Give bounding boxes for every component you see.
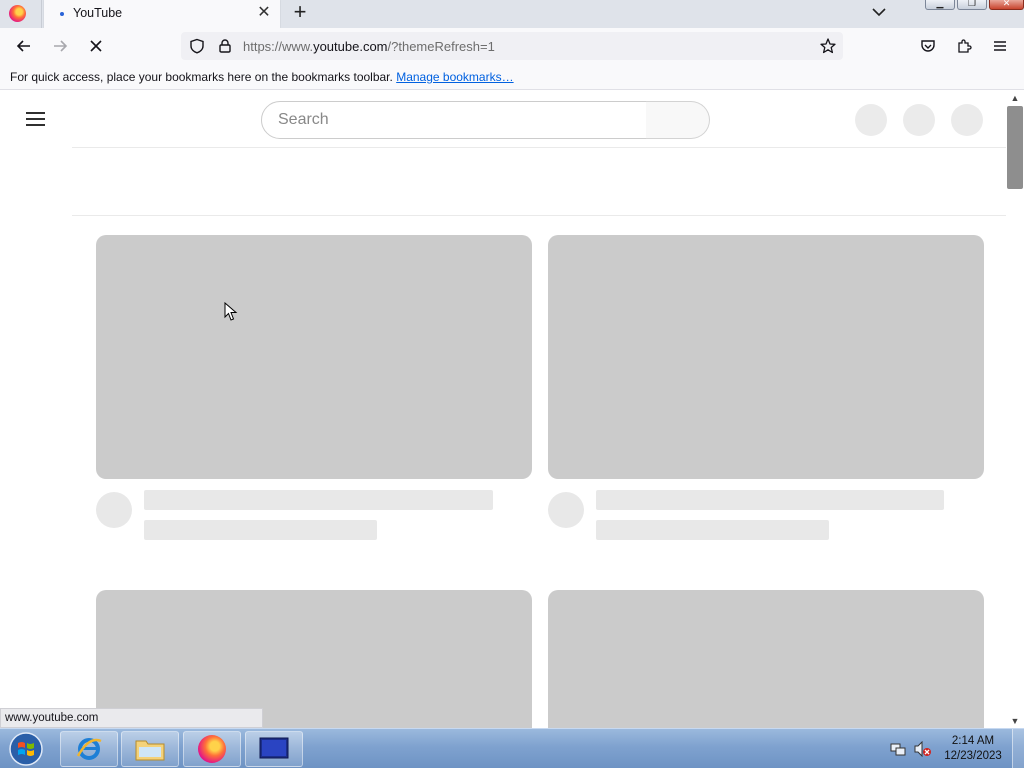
forward-arrow-icon: [54, 40, 68, 52]
header-skeleton-circle: [951, 104, 983, 136]
scroll-down-arrow-icon[interactable]: ▼: [1009, 716, 1021, 726]
taskbar-file-explorer[interactable]: [121, 731, 179, 767]
clock-date: 12/23/2023: [944, 750, 1002, 762]
tab-close-icon[interactable]: ✕: [254, 3, 274, 23]
chips-divider: [72, 215, 1007, 216]
url-domain: youtube.com: [313, 39, 388, 54]
taskbar-internet-explorer[interactable]: [60, 731, 118, 767]
bookmarks-message: For quick access, place your bookmarks h…: [10, 70, 514, 84]
bookmarks-hint-text: For quick access, place your bookmarks h…: [10, 70, 393, 84]
header-skeleton-circle: [855, 104, 887, 136]
hamburger-menu-icon: [994, 41, 1006, 51]
tab-youtube[interactable]: YouTube ✕: [44, 0, 280, 28]
app-menu-button[interactable]: [988, 35, 1012, 57]
header-skeleton-circle: [903, 104, 935, 136]
page-scrollbar[interactable]: ▲ ▼: [1006, 91, 1024, 728]
url-prefix: https://www.: [243, 39, 314, 54]
bookmarks-toolbar: For quick access, place your bookmarks h…: [0, 64, 1024, 90]
lock-icon[interactable]: [217, 38, 233, 54]
pocket-button[interactable]: [916, 35, 940, 57]
internet-explorer-icon: [76, 738, 102, 760]
video-thumbnail-skeleton[interactable]: [548, 590, 984, 728]
volume-muted-icon[interactable]: [914, 741, 932, 757]
url-bar[interactable]: https://www.youtube.com/?themeRefresh=1: [181, 32, 843, 60]
windows-taskbar: 2:14 AM 12/23/2023: [0, 728, 1024, 768]
show-desktop-button[interactable]: [1012, 729, 1024, 768]
pocket-icon: [921, 40, 935, 52]
search-box[interactable]: [261, 101, 647, 139]
network-icon[interactable]: [890, 741, 906, 757]
bookmark-star-icon[interactable]: [819, 37, 837, 55]
manage-bookmarks-link[interactable]: Manage bookmarks…: [396, 70, 513, 84]
tab-separator: [41, 0, 42, 28]
guide-menu-icon[interactable]: [26, 112, 46, 126]
mouse-cursor-icon: [224, 302, 238, 321]
back-button[interactable]: [12, 35, 36, 57]
firefox-icon: [198, 735, 226, 763]
window-restore-button[interactable]: ❐: [957, 0, 987, 10]
taskbar-remote-desktop[interactable]: [245, 731, 303, 767]
tab-strip: YouTube ✕ + ▁ ❐ ✕: [0, 0, 1024, 28]
video-thumbnail-skeleton[interactable]: [96, 235, 532, 479]
stop-loading-icon: [90, 40, 102, 52]
folder-icon: [135, 740, 165, 761]
youtube-page: [0, 91, 1024, 728]
clock-time: 2:14 AM: [951, 735, 995, 747]
channel-avatar-skeleton: [96, 492, 132, 528]
tab-loading-dot-icon: [60, 12, 64, 16]
status-url: www.youtube.com: [5, 712, 99, 724]
tab-title: YouTube: [73, 6, 123, 20]
video-thumbnail-skeleton[interactable]: [548, 235, 984, 479]
chevron-down-icon[interactable]: [870, 3, 888, 21]
video-meta-skeleton: [596, 520, 829, 540]
tracking-shield-icon[interactable]: [189, 38, 205, 54]
url-text[interactable]: https://www.youtube.com/?themeRefresh=1: [243, 39, 495, 54]
forward-button[interactable]: [48, 35, 72, 57]
search-input[interactable]: [278, 111, 628, 129]
channel-avatar-skeleton: [548, 492, 584, 528]
scrollbar-thumb[interactable]: [1007, 106, 1023, 189]
url-suffix: /?themeRefresh=1: [387, 39, 495, 54]
extensions-button[interactable]: [952, 35, 976, 57]
monitor-icon: [259, 737, 289, 759]
window-close-button[interactable]: ✕: [989, 0, 1024, 10]
search-button[interactable]: [646, 101, 710, 139]
video-meta-skeleton: [144, 520, 377, 540]
back-arrow-icon: [16, 40, 30, 52]
video-title-skeleton: [596, 490, 944, 510]
video-title-skeleton: [144, 490, 493, 510]
start-button[interactable]: [4, 730, 48, 768]
taskbar-firefox[interactable]: [183, 731, 241, 767]
navigation-toolbar: https://www.youtube.com/?themeRefresh=1: [0, 28, 1024, 64]
taskbar-clock[interactable]: 2:14 AM 12/23/2023: [940, 734, 1006, 764]
extensions-icon: [958, 39, 972, 53]
header-divider: [72, 147, 1007, 148]
window-minimize-button[interactable]: ▁: [925, 0, 955, 10]
scroll-up-arrow-icon[interactable]: ▲: [1009, 93, 1021, 103]
status-panel: www.youtube.com: [0, 708, 263, 728]
screen: YouTube ✕ + ▁ ❐ ✕ https://www.youtube.co…: [0, 0, 1024, 768]
stop-button[interactable]: [84, 35, 108, 57]
firefox-view-icon[interactable]: [9, 5, 26, 22]
new-tab-button[interactable]: +: [289, 1, 311, 23]
